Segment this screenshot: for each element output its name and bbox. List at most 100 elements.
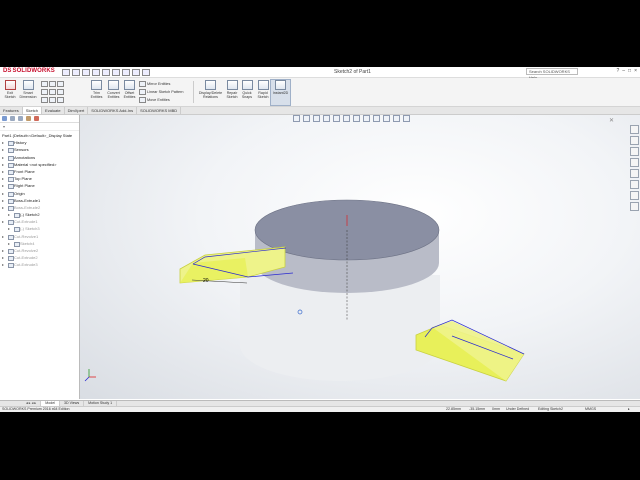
fillet-icon[interactable] (57, 97, 64, 103)
tree-root[interactable]: Part1 (Default<<Default>_Display State (0, 132, 79, 139)
tree-item[interactable]: ▸ Cut-Extrude2 (0, 254, 79, 262)
expand-arrow-icon[interactable]: ▸ (2, 261, 4, 268)
status-units[interactable]: MMGS (585, 407, 596, 412)
tree-item[interactable]: ▸ Front Plane (0, 168, 79, 175)
expand-arrow-icon[interactable]: ▸ (2, 254, 4, 261)
tree-item[interactable]: ▸ (-) Sketch3 (0, 225, 79, 233)
rebuild-status-icon[interactable]: ▸ (628, 407, 630, 412)
options-icon[interactable] (142, 69, 150, 76)
solidworks-resources-icon[interactable] (630, 125, 639, 134)
expand-arrow-icon[interactable]: ▸ (2, 204, 4, 211)
display-delete-relations-button[interactable]: Display/Delete Relations (198, 80, 223, 99)
tree-item[interactable]: ▸ Boss-Extrude1 (0, 197, 79, 204)
previous-view-icon[interactable] (313, 115, 320, 122)
maximize-button[interactable]: □ (628, 68, 631, 74)
help-search-input[interactable]: Search SOLIDWORKS Help (526, 68, 578, 80)
save-icon[interactable] (92, 69, 100, 76)
expand-arrow-icon[interactable]: ▸ (2, 182, 4, 189)
file-explorer-icon[interactable] (630, 147, 639, 156)
home-icon[interactable] (62, 69, 70, 76)
confirmation-corner-icon[interactable]: ✕ (609, 117, 614, 124)
tab-features[interactable]: Features (0, 107, 23, 114)
expand-arrow-icon[interactable]: ▸ (2, 175, 4, 182)
solidworks-logo[interactable]: DSSOLIDWORKS (3, 68, 55, 74)
tree-item[interactable]: ▸ Top Plane (0, 175, 79, 183)
smart-dimension-button[interactable]: Smart Dimension (19, 80, 37, 99)
configuration-manager-icon[interactable] (18, 116, 23, 121)
custom-properties-icon[interactable] (630, 180, 639, 189)
tab-mbd[interactable]: SOLIDWORKS MBD (137, 107, 182, 114)
mirror-entities-button[interactable]: Mirror Entities (139, 81, 170, 87)
design-library-icon[interactable] (630, 136, 639, 145)
feature-tree-icon[interactable] (2, 116, 7, 121)
repair-sketch-button[interactable]: Repair Sketch (225, 80, 239, 99)
ellipse-icon[interactable] (49, 97, 56, 103)
tree-item[interactable]: ▸ Material <not specified> (0, 161, 79, 168)
tree-item[interactable]: ▸ Cut-Extrude1 (0, 218, 79, 226)
edit-appearance-icon[interactable] (373, 115, 380, 122)
view-palette-icon[interactable] (630, 158, 639, 167)
polygon-icon[interactable] (57, 89, 64, 95)
view-orientation-icon[interactable] (343, 115, 350, 122)
tree-item[interactable]: ▸ (-) Sketch2 (0, 211, 79, 219)
linear-pattern-button[interactable]: Linear Sketch Pattern (139, 89, 184, 95)
tree-item[interactable]: ▸ Cut-Extrude3 (0, 261, 79, 269)
trim-entities-button[interactable]: Trim Entities (89, 80, 104, 99)
help-icon[interactable]: ? (616, 68, 619, 74)
hide-show-icon[interactable] (363, 115, 370, 122)
spline-icon[interactable] (41, 97, 48, 103)
zoom-area-icon[interactable] (303, 115, 310, 122)
dimension-value[interactable]: 20 (203, 278, 209, 284)
quick-snaps-button[interactable]: Quick Snaps (240, 80, 254, 99)
tree-item[interactable]: ▸ Boss-Extrude2 (0, 204, 79, 211)
expand-arrow-icon[interactable]: ▸ (2, 247, 4, 254)
tab-dimxpert[interactable]: DimXpert (65, 107, 89, 114)
graphics-area[interactable]: 20 (80, 115, 640, 399)
tree-item[interactable]: ▸ Sensors (0, 146, 79, 154)
rapid-sketch-button[interactable]: Rapid Sketch (256, 80, 270, 99)
close-button[interactable]: × (634, 68, 637, 74)
print-icon[interactable] (102, 69, 110, 76)
expand-arrow-icon[interactable]: ▸ (2, 139, 4, 146)
dimxpert-icon[interactable] (26, 116, 31, 121)
tree-filter[interactable]: ▾ (0, 123, 79, 131)
tree-item[interactable]: ▸ Cut-Revolve2 (0, 247, 79, 254)
offset-entities-button[interactable]: Offset Entities (122, 80, 137, 99)
property-manager-icon[interactable] (10, 116, 15, 121)
minimize-button[interactable]: – (622, 68, 625, 74)
undo-icon[interactable] (112, 69, 120, 76)
display-style-icon[interactable] (353, 115, 360, 122)
instant2d-button[interactable]: Instant2D (270, 79, 291, 106)
convert-entities-button[interactable]: Convert Entities (105, 80, 122, 99)
dynamic-annotation-icon[interactable] (333, 115, 340, 122)
expand-arrow-icon[interactable]: ▸ (8, 240, 10, 247)
display-manager-icon[interactable] (34, 116, 39, 121)
expand-arrow-icon[interactable]: ▸ (8, 211, 10, 218)
expand-arrow-icon[interactable]: ▸ (8, 225, 10, 232)
rebuild-icon[interactable] (132, 69, 140, 76)
expand-arrow-icon[interactable]: ▸ (2, 197, 4, 204)
expand-arrow-icon[interactable]: ▸ (2, 154, 4, 161)
tree-item[interactable]: ▸ Origin (0, 190, 79, 197)
circle-icon[interactable] (41, 89, 48, 95)
expand-arrow-icon[interactable]: ▸ (2, 233, 4, 240)
tree-item[interactable]: ▸ History (0, 139, 79, 147)
tab-sketch[interactable]: Sketch (22, 107, 43, 114)
tab-addins[interactable]: SOLIDWORKS Add-Ins (88, 107, 138, 114)
tab-evaluate[interactable]: Evaluate (42, 107, 65, 114)
move-entities-button[interactable]: Move Entities (139, 97, 170, 103)
expand-arrow-icon[interactable]: ▸ (2, 146, 4, 153)
expand-arrow-icon[interactable]: ▸ (2, 190, 4, 197)
apply-scene-icon[interactable] (383, 115, 390, 122)
select-icon[interactable] (122, 69, 130, 76)
tree-item[interactable]: ▸ Sketch4 (0, 240, 79, 247)
solidworks-forum-icon[interactable] (630, 191, 639, 200)
line-icon[interactable] (41, 81, 48, 87)
expand-arrow-icon[interactable]: ▸ (2, 168, 4, 175)
task-pane-icon-8[interactable] (630, 202, 639, 211)
exit-sketch-button[interactable]: Exit Sketch (3, 80, 17, 99)
new-document-icon[interactable] (72, 69, 80, 76)
tree-item[interactable]: ▸ Right Plane (0, 182, 79, 190)
zoom-to-fit-icon[interactable] (293, 115, 300, 122)
slot-icon[interactable] (57, 81, 64, 87)
